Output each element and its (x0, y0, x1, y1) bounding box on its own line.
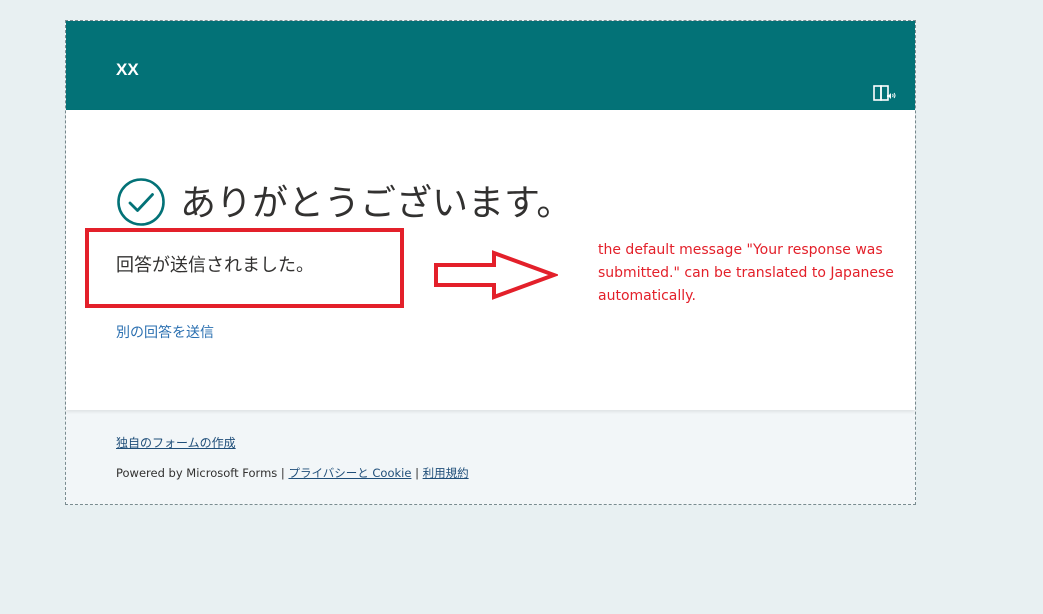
footer-separator: | (280, 466, 285, 480)
terms-of-use-link[interactable]: 利用規約 (423, 466, 469, 480)
submit-another-response-link[interactable]: 別の回答を送信 (116, 322, 214, 342)
immersive-reader-icon (873, 85, 896, 101)
annotation-highlight-box (85, 228, 404, 308)
form-title: XX (116, 60, 139, 79)
check-circle-icon (117, 178, 165, 226)
immersive-reader-button[interactable] (872, 83, 896, 105)
footer-powered-by: Powered by Microsoft Forms | プライバシーと Coo… (116, 465, 469, 481)
page: XX ありがとうございます。 回答が送信されました。 別の回答を送信 独自のフォ… (0, 0, 1043, 614)
footer-separator: | (415, 466, 419, 480)
annotation-note: the default message "Your response was s… (598, 242, 894, 304)
form-header: XX (66, 21, 915, 110)
thank-you-heading: ありがとうございます。 (180, 183, 573, 224)
create-own-form-link[interactable]: 独自のフォームの作成 (116, 434, 236, 451)
privacy-cookie-link[interactable]: プライバシーと Cookie (288, 466, 411, 480)
powered-by-text: Powered by Microsoft Forms (116, 466, 278, 480)
annotation-arrow-icon (434, 250, 558, 300)
